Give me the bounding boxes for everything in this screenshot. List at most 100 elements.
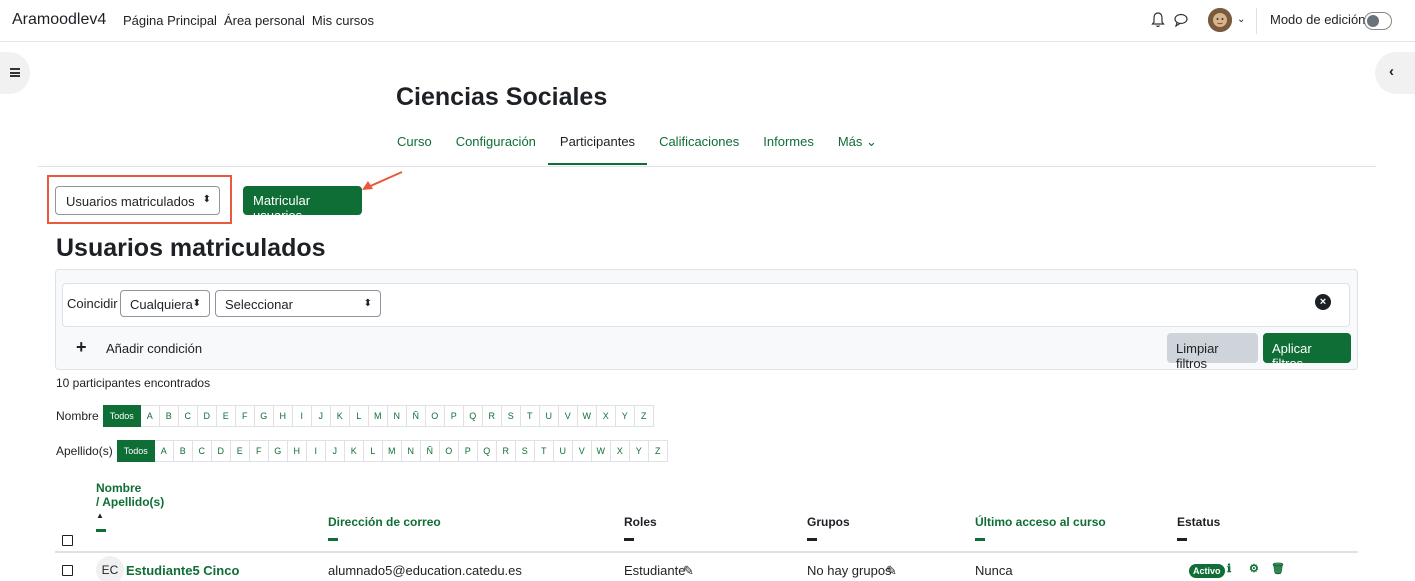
first-initial-letter-19[interactable]: R [482,405,502,427]
collapse-column-icon[interactable] [1177,538,1187,541]
column-header-email-label[interactable]: Dirección de correo [328,515,441,529]
last-initial-letter-26[interactable]: Y [629,440,649,462]
first-initial-letter-10[interactable]: J [311,405,331,427]
first-initial-letter-12[interactable]: L [349,405,369,427]
tab-reports[interactable]: Informes [751,134,826,165]
edit-role-pencil-icon[interactable]: ✎ [683,563,694,579]
collapse-column-icon[interactable] [807,538,817,541]
first-initial-all[interactable]: Todos [102,405,141,427]
first-initial-letter-11[interactable]: K [330,405,350,427]
last-initial-letter-12[interactable]: L [363,440,383,462]
edit-enrolment-gear-icon[interactable]: ⚙ [1249,562,1259,575]
last-initial-letter-23[interactable]: V [572,440,592,462]
first-initial-letter-15[interactable]: Ñ [406,405,426,427]
column-header-name-line2[interactable]: / Apellido(s) [96,495,164,509]
tab-participants[interactable]: Participantes [547,134,648,165]
nav-link-home[interactable]: Página Principal [123,13,217,28]
last-initial-letter-1[interactable]: A [154,440,174,462]
nav-link-dashboard[interactable]: Área personal [224,13,305,28]
last-initial-letter-25[interactable]: X [610,440,630,462]
last-initial-letter-5[interactable]: E [230,440,250,462]
clear-filters-button[interactable]: Limpiar filtros [1167,333,1258,371]
last-initial-letter-19[interactable]: R [496,440,516,462]
remove-condition-close-icon[interactable]: × [1315,294,1331,310]
tab-more[interactable]: Más ⌄ [826,134,889,165]
tab-grades[interactable]: Calificaciones [647,134,751,165]
last-initial-letter-11[interactable]: K [344,440,364,462]
add-condition-button[interactable]: Añadir condición [106,341,202,356]
last-initial-letter-16[interactable]: O [439,440,459,462]
first-initial-letter-27[interactable]: Z [634,405,654,427]
column-header-last-access-label[interactable]: Último acceso al curso [975,515,1106,529]
last-initial-letter-17[interactable]: P [458,440,478,462]
site-brand[interactable]: Aramoodlev4 [12,11,106,29]
first-initial-letter-17[interactable]: P [444,405,464,427]
first-initial-letter-21[interactable]: T [520,405,540,427]
edit-mode-toggle[interactable] [1364,12,1392,30]
messages-chat-icon[interactable] [1174,13,1188,27]
last-initial-letter-20[interactable]: S [515,440,535,462]
first-initial-letter-25[interactable]: X [596,405,616,427]
first-initial-letter-26[interactable]: Y [615,405,635,427]
last-initial-letter-4[interactable]: D [211,440,231,462]
nav-link-my-courses[interactable]: Mis cursos [312,13,374,28]
collapse-column-icon[interactable] [624,538,634,541]
user-avatar[interactable] [1208,8,1232,32]
filter-type-select[interactable]: Seleccionar ⬍ [215,290,381,317]
last-initial-letter-6[interactable]: F [249,440,269,462]
first-initial-letter-16[interactable]: O [425,405,445,427]
first-initial-letter-2[interactable]: B [159,405,179,427]
first-initial-letter-18[interactable]: Q [463,405,483,427]
user-menu-chevron-down-icon[interactable]: ⌄ [1237,14,1245,25]
first-initial-letter-3[interactable]: C [178,405,198,427]
first-initial-letter-23[interactable]: V [558,405,578,427]
notifications-bell-icon[interactable] [1151,12,1165,28]
unenrol-trash-icon[interactable]: 🗑 [1271,562,1285,575]
last-initial-letter-18[interactable]: Q [477,440,497,462]
apply-filters-button[interactable]: Aplicar filtros [1263,333,1351,371]
last-initial-letter-8[interactable]: H [287,440,307,462]
first-initial-letter-1[interactable]: A [140,405,160,427]
first-initial-letter-5[interactable]: E [216,405,236,427]
open-course-index-button[interactable] [0,52,30,94]
participants-view-select[interactable]: Usuarios matriculados ⬍ [55,186,220,215]
last-initial-letter-3[interactable]: C [192,440,212,462]
first-initial-letter-13[interactable]: M [368,405,388,427]
match-type-select[interactable]: Cualquiera ⬍ [120,290,210,317]
tab-course[interactable]: Curso [385,134,444,165]
first-initial-letter-9[interactable]: I [292,405,312,427]
last-initial-letter-2[interactable]: B [173,440,193,462]
enrolment-info-icon[interactable]: ℹ [1227,562,1231,575]
first-initial-letter-7[interactable]: G [254,405,274,427]
last-initial-letter-27[interactable]: Z [648,440,668,462]
first-initial-letter-14[interactable]: N [387,405,407,427]
last-initial-letter-21[interactable]: T [534,440,554,462]
first-initial-letter-20[interactable]: S [501,405,521,427]
first-initial-letter-24[interactable]: W [577,405,597,427]
last-initial-all[interactable]: Todos [116,440,155,462]
last-initial-letter-7[interactable]: G [268,440,288,462]
column-header-name-line1[interactable]: Nombre [96,481,164,495]
last-initial-letter-15[interactable]: Ñ [420,440,440,462]
first-initial-letter-22[interactable]: U [539,405,559,427]
last-initial-letter-13[interactable]: M [382,440,402,462]
row-select-checkbox[interactable] [62,565,73,576]
column-header-name[interactable]: Nombre / Apellido(s) ▲ [96,481,164,532]
last-initial-letter-14[interactable]: N [401,440,421,462]
plus-icon[interactable]: + [76,337,87,358]
edit-groups-pencil-icon[interactable]: ✎ [886,563,897,579]
select-all-checkbox[interactable] [62,535,73,546]
last-initial-letter-22[interactable]: U [553,440,573,462]
participant-name-link[interactable]: Estudiante5 Cinco [126,563,239,578]
column-header-email[interactable]: Dirección de correo [328,515,441,541]
collapse-column-icon[interactable] [328,538,338,541]
last-initial-letter-24[interactable]: W [591,440,611,462]
tab-settings[interactable]: Configuración [444,134,548,165]
collapse-column-icon[interactable] [975,538,985,541]
enrol-users-button[interactable]: Matricular usuarios [243,186,362,223]
last-initial-letter-9[interactable]: I [306,440,326,462]
first-initial-letter-6[interactable]: F [235,405,255,427]
open-block-drawer-button[interactable]: ‹ [1375,52,1415,94]
first-initial-letter-8[interactable]: H [273,405,293,427]
last-initial-letter-10[interactable]: J [325,440,345,462]
